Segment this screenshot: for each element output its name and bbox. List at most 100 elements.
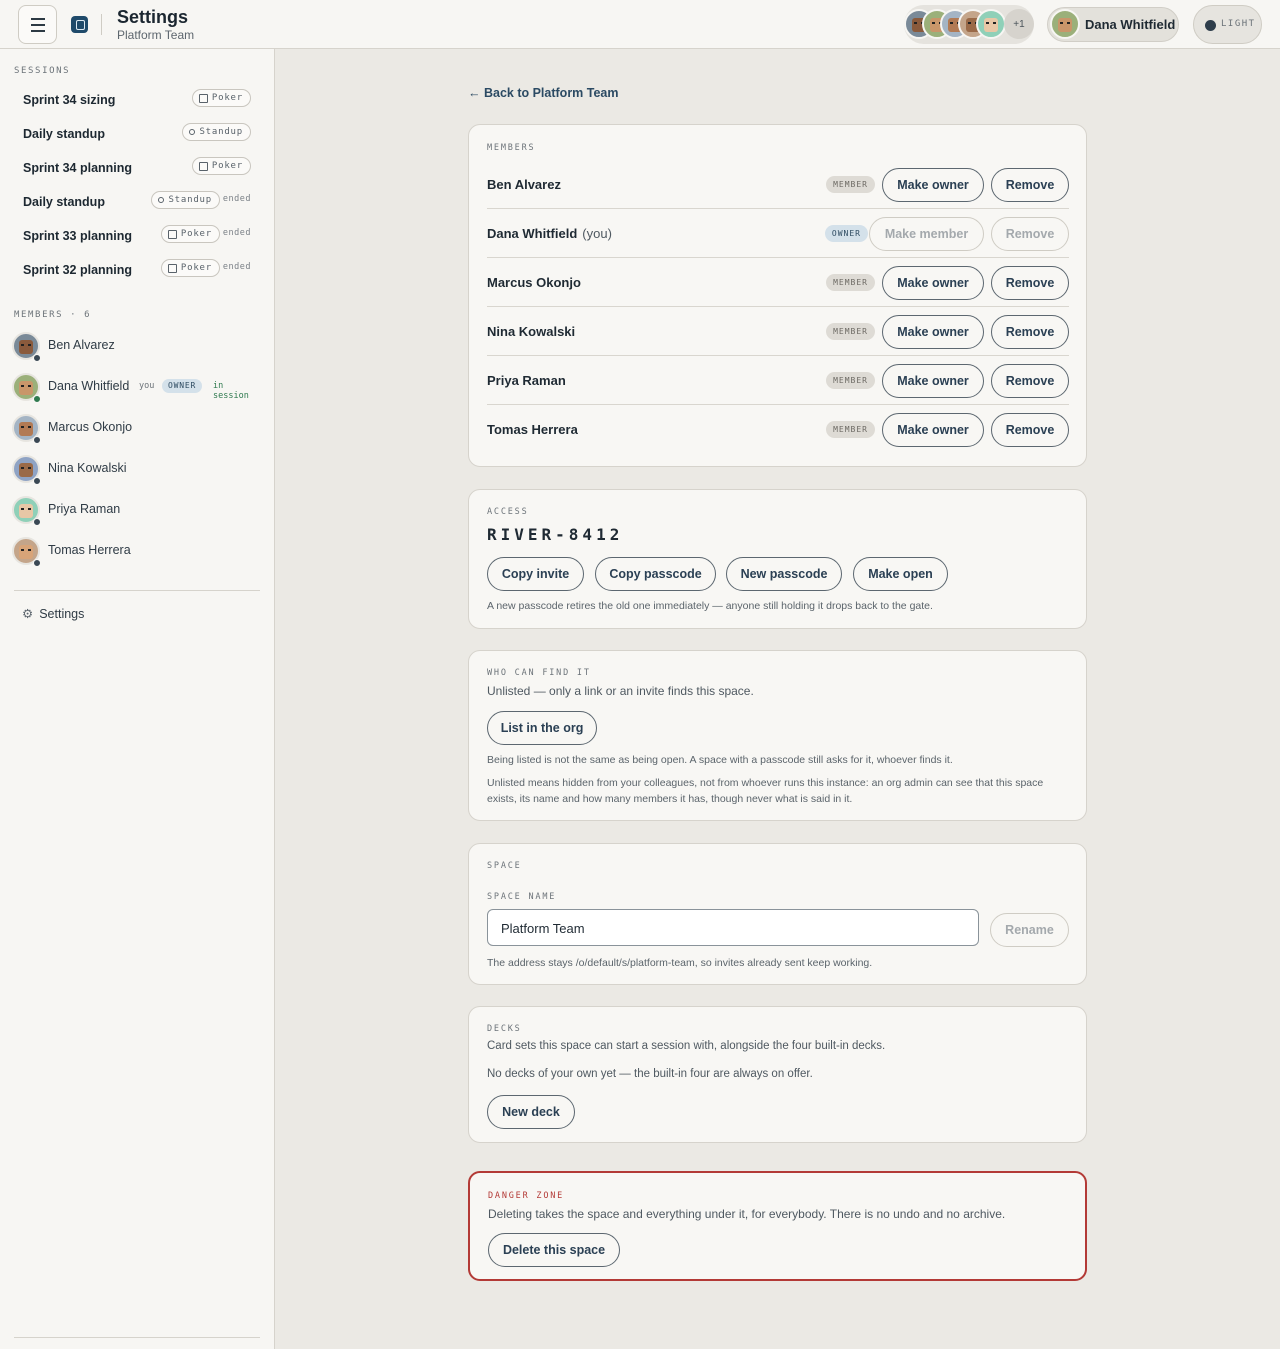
member-item[interactable]: Tomas Herrera (12, 533, 264, 569)
session-type: Poker (180, 263, 212, 273)
cards-icon (198, 93, 208, 103)
session-item[interactable]: Daily standup Standup (14, 120, 260, 150)
member-item[interactable]: Nina Kowalski (12, 451, 264, 487)
member-name: Dana Whitfield (you) (487, 226, 612, 241)
remove-button[interactable]: Remove (991, 266, 1069, 300)
rename-button[interactable]: Rename (990, 913, 1069, 947)
session-item[interactable]: Sprint 34 planning Poker (14, 154, 260, 184)
app-logo-icon (71, 16, 88, 33)
access-note: A new passcode retires the old one immed… (487, 600, 933, 612)
session-type-chip: Standup (182, 123, 251, 141)
list-in-org-button[interactable]: List in the org (487, 711, 597, 745)
member-name: Nina Kowalski (487, 324, 576, 339)
make-open-button[interactable]: Make open (853, 557, 948, 591)
cards-icon (198, 161, 208, 171)
menu-button[interactable] (18, 5, 57, 44)
session-type: Poker (211, 93, 243, 103)
session-name: Daily standup (23, 195, 105, 209)
member-name: Tomas Herrera (487, 422, 578, 437)
remove-button[interactable]: Remove (991, 168, 1069, 202)
theme-toggle[interactable]: LIGHT (1193, 5, 1262, 44)
role-badge: OWNER (824, 225, 868, 242)
people-icon (158, 197, 165, 203)
member-name: Dana Whitfield (48, 379, 130, 393)
sidebar-item-settings[interactable]: ⚙ Settings (22, 606, 84, 621)
session-item[interactable]: Daily standup Standup ended (14, 188, 260, 218)
you-tag: you (139, 381, 155, 391)
member-item[interactable]: Marcus Okonjo (12, 410, 264, 446)
remove-button[interactable]: Remove (991, 217, 1069, 251)
decks-description: Card sets this space can start a session… (487, 1040, 886, 1052)
back-link[interactable]: ← Back to Platform Team (468, 86, 619, 100)
members-card: MEMBERS Ben Alvarez MEMBER Make owner Re… (468, 124, 1087, 467)
make-owner-button[interactable]: Make owner (882, 364, 984, 398)
in-session-status: in session (213, 381, 249, 401)
divider (14, 590, 260, 591)
presence-dot (33, 477, 41, 485)
member-row: Tomas Herrera MEMBER Make owner Remove (487, 405, 1069, 454)
session-item[interactable]: Sprint 33 planning Poker ended (14, 222, 260, 252)
member-item[interactable]: Ben Alvarez (12, 328, 264, 364)
danger-description: Deleting takes the space and everything … (488, 1207, 1006, 1221)
decks-card: DECKS Card sets this space can start a s… (468, 1006, 1087, 1143)
member-item[interactable]: Dana Whitfield you OWNER in session (12, 369, 264, 405)
new-deck-button[interactable]: New deck (487, 1095, 575, 1129)
session-item[interactable]: Sprint 34 sizing Poker (14, 86, 260, 116)
make-owner-button[interactable]: Make owner (882, 315, 984, 349)
cards-icon (167, 263, 177, 273)
page-title: Settings (117, 7, 189, 27)
make-owner-button[interactable]: Make owner (882, 413, 984, 447)
make-member-button[interactable]: Make member (869, 217, 984, 251)
session-type: Standup (168, 195, 212, 205)
session-name: Daily standup (23, 127, 105, 141)
gear-icon: ⚙ (22, 607, 34, 621)
remove-button[interactable]: Remove (991, 315, 1069, 349)
avatar (976, 9, 1006, 39)
visibility-card: WHO CAN FIND IT Unlisted — only a link o… (468, 650, 1087, 821)
card-label: DANGER ZONE (488, 1191, 565, 1201)
card-label: DECKS (487, 1024, 522, 1034)
member-item[interactable]: Priya Raman (12, 492, 264, 528)
member-row: Ben Alvarez MEMBER Make owner Remove (487, 160, 1069, 209)
hamburger-icon (30, 16, 45, 34)
member-name: Priya Raman (487, 373, 566, 388)
avatar-overflow-badge: +1 (1004, 9, 1034, 39)
make-owner-button[interactable]: Make owner (882, 266, 984, 300)
member-name: Marcus Okonjo (487, 275, 581, 290)
top-bar: Settings Platform Team +1 Dana Whitfield… (0, 0, 1280, 49)
session-type-chip: Poker (191, 157, 251, 175)
delete-space-button[interactable]: Delete this space (488, 1233, 620, 1267)
field-label: SPACE NAME (487, 892, 557, 902)
member-name: Nina Kowalski (48, 461, 127, 475)
presence-dot (33, 354, 41, 362)
role-badge: MEMBER (826, 421, 875, 438)
user-menu[interactable]: Dana Whitfield (1047, 7, 1179, 42)
card-label: WHO CAN FIND IT (487, 668, 591, 678)
space-note: The address stays /o/default/s/platform-… (487, 957, 873, 969)
visibility-note: Unlisted means hidden from your colleagu… (487, 777, 1044, 805)
theme-label: LIGHT (1221, 19, 1256, 29)
members-heading: MEMBERS · 6 (14, 310, 92, 320)
role-badge: MEMBER (826, 323, 875, 340)
card-label: ACCESS (487, 507, 529, 517)
space-name-input[interactable]: Platform Team (487, 909, 979, 946)
remove-button[interactable]: Remove (991, 413, 1069, 447)
settings-label: Settings (39, 607, 85, 621)
member-name: Ben Alvarez (48, 338, 115, 352)
copy-passcode-button[interactable]: Copy passcode (595, 557, 716, 591)
copy-invite-button[interactable]: Copy invite (487, 557, 584, 591)
session-item[interactable]: Sprint 32 planning Poker ended (14, 256, 260, 286)
session-name: Sprint 34 planning (23, 161, 133, 175)
session-name: Sprint 33 planning (23, 229, 133, 243)
presence-avatars[interactable]: +1 (904, 5, 1034, 44)
session-status: ended (222, 228, 251, 238)
role-badge: MEMBER (826, 274, 875, 291)
role-badge: MEMBER (826, 176, 875, 193)
make-owner-button[interactable]: Make owner (882, 168, 984, 202)
remove-button[interactable]: Remove (991, 364, 1069, 398)
member-name: Ben Alvarez (487, 177, 561, 192)
new-passcode-button[interactable]: New passcode (726, 557, 842, 591)
moon-icon (1205, 20, 1216, 31)
role-badge: MEMBER (826, 372, 875, 389)
passcode: RIVER-8412 (487, 525, 624, 544)
